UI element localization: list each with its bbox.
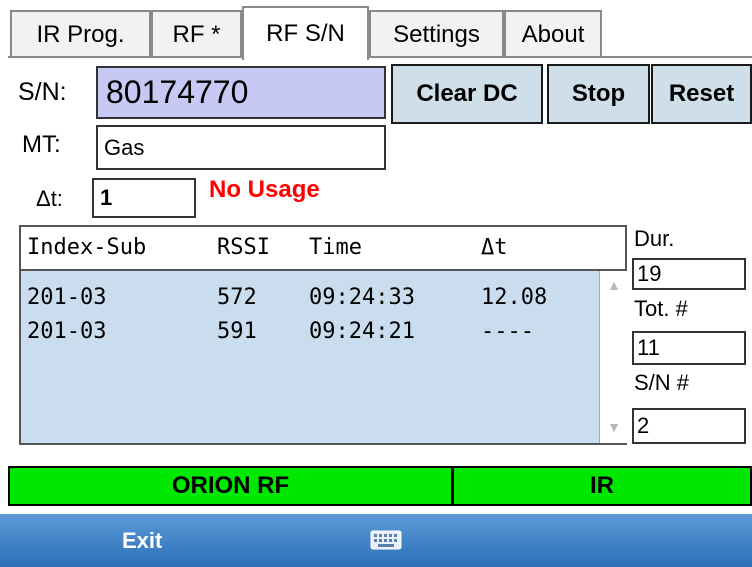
header-delta-t: Δt (481, 235, 508, 260)
sn-count-label: S/N # (634, 370, 690, 395)
cell-time: 09:24:21 (309, 319, 415, 344)
tab-rf-sn[interactable]: RF S/N (242, 6, 369, 60)
header-time: Time (309, 235, 362, 260)
header-index-sub: Index-Sub (27, 235, 147, 260)
mt-input[interactable]: Gas (96, 125, 386, 170)
exit-button[interactable]: Exit (122, 528, 162, 554)
status-ir: IR (452, 466, 752, 506)
dur-field: 19 (632, 258, 746, 290)
tab-ir-prog[interactable]: IR Prog. (10, 10, 151, 57)
list-header: Index-Sub RSSI Time Δt (21, 227, 625, 271)
cell-index-sub: 201-03 (27, 285, 107, 310)
scroll-up-icon[interactable]: ▲ (604, 275, 624, 295)
cell-index-sub: 201-03 (27, 319, 107, 344)
sn-count-field: 2 (632, 408, 746, 444)
tab-divider (8, 56, 752, 58)
status-orion-rf: ORION RF (8, 466, 453, 506)
usage-status: No Usage (209, 176, 320, 203)
readings-list[interactable]: Index-Sub RSSI Time Δt 201-03 572 09:24:… (19, 225, 628, 445)
softkey-bar: Exit (0, 514, 752, 567)
mt-label: MT: (22, 131, 61, 158)
scroll-down-icon[interactable]: ▼ (604, 417, 624, 437)
cell-delta-t: 12.08 (481, 285, 548, 310)
cell-time: 09:24:33 (309, 285, 415, 310)
cell-rssi: 591 (217, 319, 257, 344)
delta-t-label: Δt: (36, 186, 63, 211)
cell-delta-t: ---- (481, 319, 534, 344)
tab-settings[interactable]: Settings (369, 10, 504, 57)
tab-rf[interactable]: RF * (151, 10, 242, 57)
clear-dc-button[interactable]: Clear DC (391, 64, 543, 124)
header-rssi: RSSI (217, 235, 270, 260)
delta-t-input[interactable]: 1 (92, 178, 196, 218)
stop-button[interactable]: Stop (547, 64, 650, 124)
tot-label: Tot. # (634, 296, 688, 321)
tab-about[interactable]: About (504, 10, 602, 57)
tot-field: 11 (632, 331, 746, 365)
keyboard-icon[interactable] (370, 528, 402, 552)
list-scrollbar[interactable]: ▲ ▼ (599, 271, 628, 443)
sn-label: S/N: (18, 78, 67, 106)
reset-button[interactable]: Reset (651, 64, 752, 124)
cell-rssi: 572 (217, 285, 257, 310)
dur-label: Dur. (634, 226, 675, 251)
sn-input[interactable]: 80174770 (96, 66, 386, 119)
